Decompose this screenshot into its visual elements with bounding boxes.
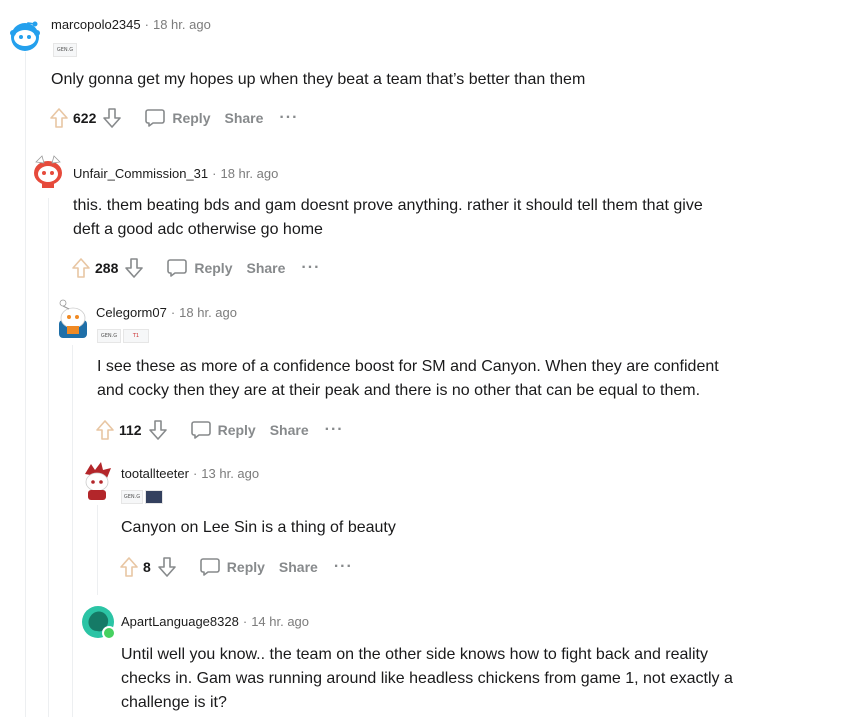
username[interactable]: ApartLanguage8328 [121, 614, 239, 629]
comment-text-line: Until well you know.. the team on the ot… [121, 646, 708, 663]
comment-actions: 112 Reply Share ··· [95, 418, 344, 442]
comment-meta: tootallteeter · 13 hr. ago [121, 466, 259, 481]
flair-emoji: GEN.G [97, 329, 121, 343]
comment-bubble-icon [190, 421, 211, 439]
comment-text-line: deft a good adc otherwise go home [73, 221, 323, 238]
comment-text-line: Only gonna get my hopes up when they bea… [51, 71, 586, 88]
comment-meta: Celegorm07 · 18 hr. ago [96, 305, 237, 320]
comment-text-line: checks in. Gam was running around like h… [121, 670, 733, 687]
user-flair: GEN.G T1 [97, 329, 149, 343]
reply-button[interactable]: Reply [199, 556, 265, 578]
snoo-avatar-icon [10, 21, 40, 51]
comment-text-line: this. them beating bds and gam doesnt pr… [73, 197, 703, 214]
snoo-avatar-icon [85, 462, 111, 500]
comment-body: I see these as more of a confidence boos… [97, 355, 719, 403]
reply-label: Reply [172, 110, 211, 126]
vote-score: 112 [119, 422, 142, 438]
separator-dot: · [242, 614, 248, 629]
snoo-avatar-icon [59, 299, 87, 338]
comment-actions: 8 Reply Share ··· [119, 555, 353, 579]
reply-button[interactable]: Reply [144, 107, 210, 129]
downvote-icon[interactable] [102, 107, 122, 129]
avatar[interactable] [30, 152, 64, 188]
comment-meta: ApartLanguage8328 · 14 hr. ago [121, 614, 309, 629]
flair-emoji [145, 490, 163, 504]
comment-bubble-icon [167, 259, 188, 277]
thread-line[interactable] [97, 505, 98, 595]
comment-bubble-icon [199, 558, 220, 576]
comment-meta: Unfair_Commission_31 · 18 hr. ago [73, 166, 278, 181]
upvote-icon[interactable] [71, 257, 91, 279]
share-button[interactable]: Share [270, 422, 309, 438]
username[interactable]: marcopolo2345 [51, 17, 141, 32]
comment-text-line: and cocky then they are at their peak an… [97, 382, 701, 399]
timestamp[interactable]: 18 hr. ago [220, 166, 278, 181]
downvote-icon[interactable] [148, 419, 168, 441]
reply-button[interactable]: Reply [166, 257, 232, 279]
vote-score: 288 [95, 260, 119, 276]
upvote-icon[interactable] [119, 556, 139, 578]
avatar-icon [82, 606, 116, 640]
timestamp[interactable]: 18 hr. ago [179, 305, 237, 320]
snoo-avatar-icon [34, 155, 62, 188]
thread-line[interactable] [72, 345, 73, 717]
more-options-icon[interactable]: ··· [325, 422, 344, 438]
avatar[interactable] [81, 605, 116, 640]
comment-actions: 622 Reply Share ··· [49, 106, 298, 130]
timestamp[interactable]: 14 hr. ago [251, 614, 309, 629]
comment-text-line: Canyon on Lee Sin is a thing of beauty [121, 519, 396, 536]
username[interactable]: Celegorm07 [96, 305, 167, 320]
flair-emoji: T1 [123, 329, 149, 343]
comment-text-line: challenge is it? [121, 694, 227, 711]
username[interactable]: Unfair_Commission_31 [73, 166, 208, 181]
timestamp[interactable]: 18 hr. ago [153, 17, 211, 32]
comment-text-line: I see these as more of a confidence boos… [97, 358, 719, 375]
share-button[interactable]: Share [224, 110, 263, 126]
share-button[interactable]: Share [246, 260, 285, 276]
comment-body: Only gonna get my hopes up when they bea… [51, 68, 585, 92]
thread-line[interactable] [48, 198, 49, 717]
timestamp[interactable]: 13 hr. ago [201, 466, 259, 481]
comment-body: this. them beating bds and gam doesnt pr… [73, 194, 703, 242]
reply-label: Reply [226, 559, 265, 575]
separator-dot: · [212, 166, 217, 181]
reply-label: Reply [194, 260, 233, 276]
separator-dot: · [144, 17, 149, 32]
flair-emoji: GEN.G [121, 490, 143, 504]
more-options-icon[interactable]: ··· [301, 260, 320, 276]
online-indicator-icon [102, 626, 116, 640]
more-options-icon[interactable]: ··· [279, 110, 298, 126]
reply-button[interactable]: Reply [190, 419, 256, 441]
thread-line[interactable] [25, 52, 26, 717]
user-flair: GEN.G [53, 43, 77, 57]
more-options-icon[interactable]: ··· [334, 559, 353, 575]
vote-score: 622 [73, 110, 97, 126]
flair-emoji: GEN.G [53, 43, 77, 57]
reply-label: Reply [217, 422, 256, 438]
separator-dot: · [170, 305, 176, 320]
share-button[interactable]: Share [279, 559, 318, 575]
comment-bubble-icon [145, 109, 166, 127]
comment-actions: 288 Reply Share ··· [71, 256, 320, 280]
avatar[interactable] [55, 298, 89, 338]
downvote-icon[interactable] [157, 556, 177, 578]
avatar[interactable] [79, 460, 113, 500]
comment-meta: marcopolo2345 · 18 hr. ago [51, 17, 211, 32]
separator-dot: · [192, 466, 198, 481]
user-flair: GEN.G [121, 490, 163, 504]
upvote-icon[interactable] [95, 419, 115, 441]
upvote-icon[interactable] [49, 107, 69, 129]
comment-body: Until well you know.. the team on the ot… [121, 643, 733, 715]
downvote-icon[interactable] [124, 257, 144, 279]
comment-body: Canyon on Lee Sin is a thing of beauty [121, 516, 396, 540]
vote-score: 8 [143, 559, 151, 575]
username[interactable]: tootallteeter [121, 466, 189, 481]
avatar[interactable] [8, 18, 42, 52]
